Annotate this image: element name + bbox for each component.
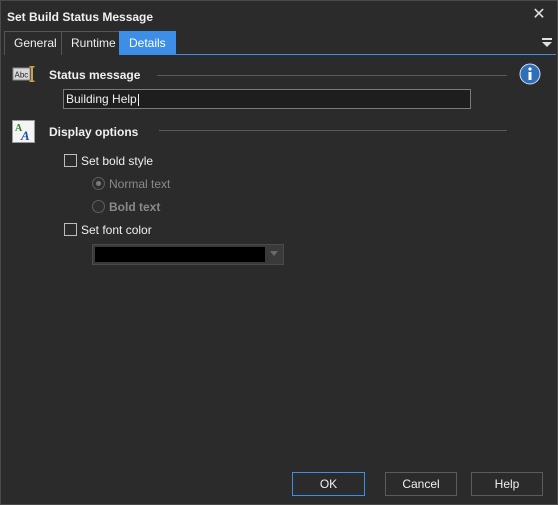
abc-text-icon: Abc	[12, 65, 36, 88]
font-aa-icon: A A	[12, 120, 36, 147]
font-color-checkbox[interactable]	[64, 223, 77, 236]
title-bar: Set Build Status Message ✕	[1, 1, 557, 32]
status-message-heading: Status message	[49, 68, 141, 82]
info-icon[interactable]	[519, 63, 541, 85]
font-color-label[interactable]: Set font color	[81, 223, 152, 237]
window-title: Set Build Status Message	[7, 10, 154, 24]
help-button[interactable]: Help	[471, 472, 543, 496]
tab-runtime[interactable]: Runtime	[61, 31, 126, 55]
svg-text:A: A	[20, 128, 30, 143]
display-divider	[159, 130, 507, 131]
ok-button[interactable]: OK	[292, 472, 365, 496]
font-color-dropdown	[92, 244, 284, 265]
normal-text-label: Normal text	[109, 177, 171, 191]
tab-details[interactable]: Details	[119, 31, 176, 55]
text-caret	[137, 93, 139, 106]
tab-menu-icon[interactable]	[540, 34, 554, 50]
close-icon[interactable]: ✕	[531, 7, 547, 23]
tab-general[interactable]: General	[4, 31, 67, 55]
status-message-value: Building Help	[66, 92, 137, 106]
bold-style-checkbox[interactable]	[64, 154, 77, 167]
chevron-down-icon	[270, 251, 278, 256]
tab-bar: General Runtime Details	[4, 31, 556, 55]
display-options-heading: Display options	[49, 125, 139, 139]
status-divider	[157, 75, 507, 76]
status-message-input[interactable]: Building Help	[63, 89, 471, 109]
color-swatch	[95, 247, 265, 262]
dialog-window: Set Build Status Message ✕ General Runti…	[0, 0, 558, 505]
svg-text:Abc: Abc	[15, 71, 29, 80]
bold-text-radio	[92, 200, 105, 213]
cancel-button[interactable]: Cancel	[385, 472, 457, 496]
bold-style-label[interactable]: Set bold style	[81, 154, 153, 168]
bold-text-label: Bold text	[109, 200, 161, 214]
normal-text-radio	[92, 177, 105, 190]
